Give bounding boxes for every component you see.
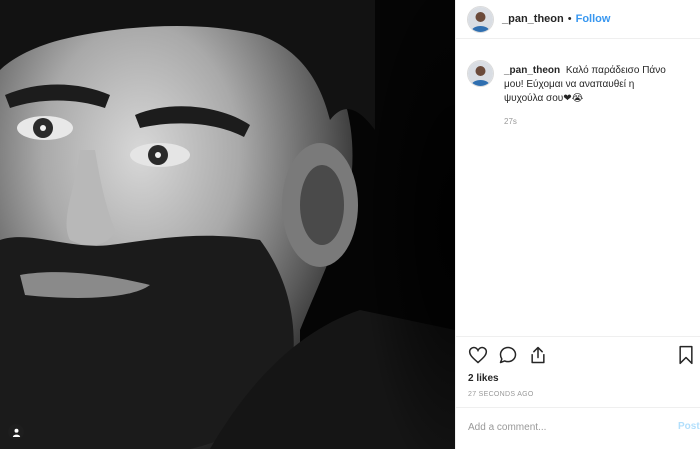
header-username[interactable]: _pan_theon	[502, 13, 564, 25]
caption-text-block: _pan_theon Καλό παράδεισο Πάνο μου! Εύχο…	[504, 64, 674, 106]
caption-time[interactable]: 27s	[504, 117, 517, 126]
avatar-image	[468, 6, 493, 32]
caption: _pan_theon Καλό παράδεισο Πάνο μου! Εύχο…	[467, 60, 692, 106]
portrait-image	[0, 0, 455, 449]
avatar[interactable]	[467, 5, 494, 33]
bookmark-icon[interactable]	[676, 345, 696, 365]
follow-button[interactable]: Follow	[576, 13, 611, 25]
caption-avatar[interactable]	[467, 60, 494, 87]
divider	[456, 336, 700, 337]
action-bar	[468, 345, 696, 367]
heart-icon[interactable]	[468, 345, 488, 365]
tagged-people-button[interactable]	[8, 424, 24, 440]
post-header: _pan_theon • Follow	[456, 0, 700, 39]
post-photo[interactable]	[0, 0, 455, 449]
separator-dot: •	[567, 13, 572, 25]
person-icon	[12, 428, 20, 437]
add-comment-input[interactable]	[468, 422, 668, 433]
share-icon[interactable]	[528, 345, 548, 365]
post-side-panel: _pan_theon • Follow _pan_theon Καλό παρά…	[455, 0, 700, 449]
comment-icon[interactable]	[498, 345, 518, 365]
likes-count[interactable]: 2 likes	[468, 373, 499, 384]
divider	[456, 407, 700, 408]
avatar-image	[468, 61, 493, 86]
posted-time[interactable]: 27 SECONDS AGO	[468, 391, 534, 398]
post-comment-button[interactable]: Post	[678, 421, 700, 432]
caption-username[interactable]: _pan_theon	[504, 65, 560, 76]
